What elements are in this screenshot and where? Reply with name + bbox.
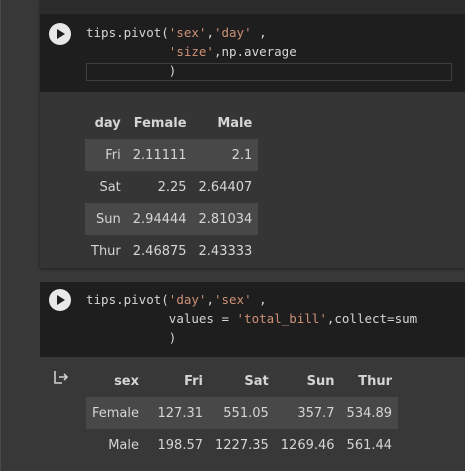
run-cell-button-2[interactable]: [49, 289, 71, 311]
table-cell: 551.05: [209, 397, 275, 429]
index-name: sex: [114, 373, 140, 389]
code-token: ,: [206, 292, 214, 307]
code-token: ,collect=sum: [326, 311, 418, 326]
code-editor-2[interactable]: tips.pivot('day','sex' , values = 'total…: [40, 282, 465, 357]
column-header: Sun: [306, 373, 335, 389]
left-border: [0, 0, 1, 471]
row-label: Female: [86, 397, 146, 429]
code-string: 'size': [168, 44, 214, 59]
row-label: Thur: [91, 243, 121, 259]
code-string: 'sex': [213, 292, 252, 307]
table-header-row: day Female Male: [85, 107, 258, 139]
table-cell: 357.7: [274, 397, 341, 429]
code-token: tips.pivot(: [86, 292, 169, 307]
table-cell: 534.89: [340, 397, 399, 429]
table-cell: 2.46875: [132, 243, 187, 259]
table-row: Male 198.57 1227.35 1269.46 561.44: [86, 429, 398, 461]
code-text-2[interactable]: tips.pivot('day','sex' , values = 'total…: [86, 290, 417, 347]
table-row: Female 127.31 551.05 357.7 534.89: [86, 397, 399, 429]
row-label: Sun: [85, 203, 127, 235]
table-cell: 561.44: [346, 437, 393, 453]
cell-output-1: day Female Male Fri 2.11111 2.1 Sat 2.25…: [40, 92, 465, 268]
code-cell-2[interactable]: tips.pivot('day','sex' , values = 'total…: [40, 282, 465, 357]
table-cell: 127.31: [145, 397, 210, 429]
code-string: 'total_bill': [236, 311, 327, 326]
code-token: ,: [206, 25, 214, 40]
table-header-row: sex Fri Sat Sun Thur: [86, 365, 398, 397]
table-row: Thur 2.46875 2.43333: [85, 235, 258, 267]
table-cell: 2.1: [192, 139, 259, 171]
table-cell: 1269.46: [280, 437, 335, 453]
code-token: ): [168, 330, 177, 345]
column-header: Thur: [358, 373, 393, 389]
play-icon: [57, 29, 65, 39]
row-label: Fri: [85, 139, 127, 171]
run-cell-button-1[interactable]: [49, 23, 71, 45]
code-token: values =: [168, 311, 237, 326]
code-editor-1[interactable]: tips.pivot('sex','day' , 'size',np.avera…: [40, 14, 465, 92]
output-redirect-icon[interactable]: [53, 369, 69, 385]
table-cell: 1227.35: [215, 437, 269, 453]
current-line-highlight: [86, 63, 452, 81]
table-row: Sun 2.94444 2.81034: [85, 203, 259, 235]
table-cell: 2.64407: [198, 179, 253, 195]
row-label: Sat: [99, 179, 121, 195]
code-token: tips.pivot(: [86, 25, 169, 40]
table-cell: 2.81034: [192, 203, 259, 235]
code-token: ,: [251, 292, 267, 307]
column-header: Fri: [184, 373, 204, 389]
table-row: Sat 2.25 2.64407: [85, 171, 258, 203]
code-cell-1[interactable]: tips.pivot('sex','day' , 'size',np.avera…: [40, 0, 465, 268]
table-cell: 2.11111: [126, 139, 193, 171]
code-string: 'day': [168, 292, 207, 307]
index-name: day: [94, 115, 121, 131]
column-header: Male: [217, 115, 253, 131]
code-string: 'sex': [168, 25, 207, 40]
dataframe-table-1: day Female Male Fri 2.11111 2.1 Sat 2.25…: [85, 107, 259, 267]
table-cell: 2.25: [157, 179, 187, 195]
code-token: ,: [251, 25, 267, 40]
table-cell: 2.43333: [198, 243, 253, 259]
column-header: Sat: [244, 373, 269, 389]
table-row: Fri 2.11111 2.1: [85, 139, 259, 171]
code-token: ,np.average: [213, 44, 297, 59]
column-header: Female: [133, 115, 187, 131]
table-cell: 198.57: [157, 437, 204, 453]
table-cell: 2.94444: [126, 203, 193, 235]
row-label: Male: [108, 437, 140, 453]
code-string: 'day': [213, 25, 252, 40]
dataframe-table-2: sex Fri Sat Sun Thur Female 127.31 551.0…: [86, 365, 399, 461]
play-icon: [57, 295, 65, 305]
